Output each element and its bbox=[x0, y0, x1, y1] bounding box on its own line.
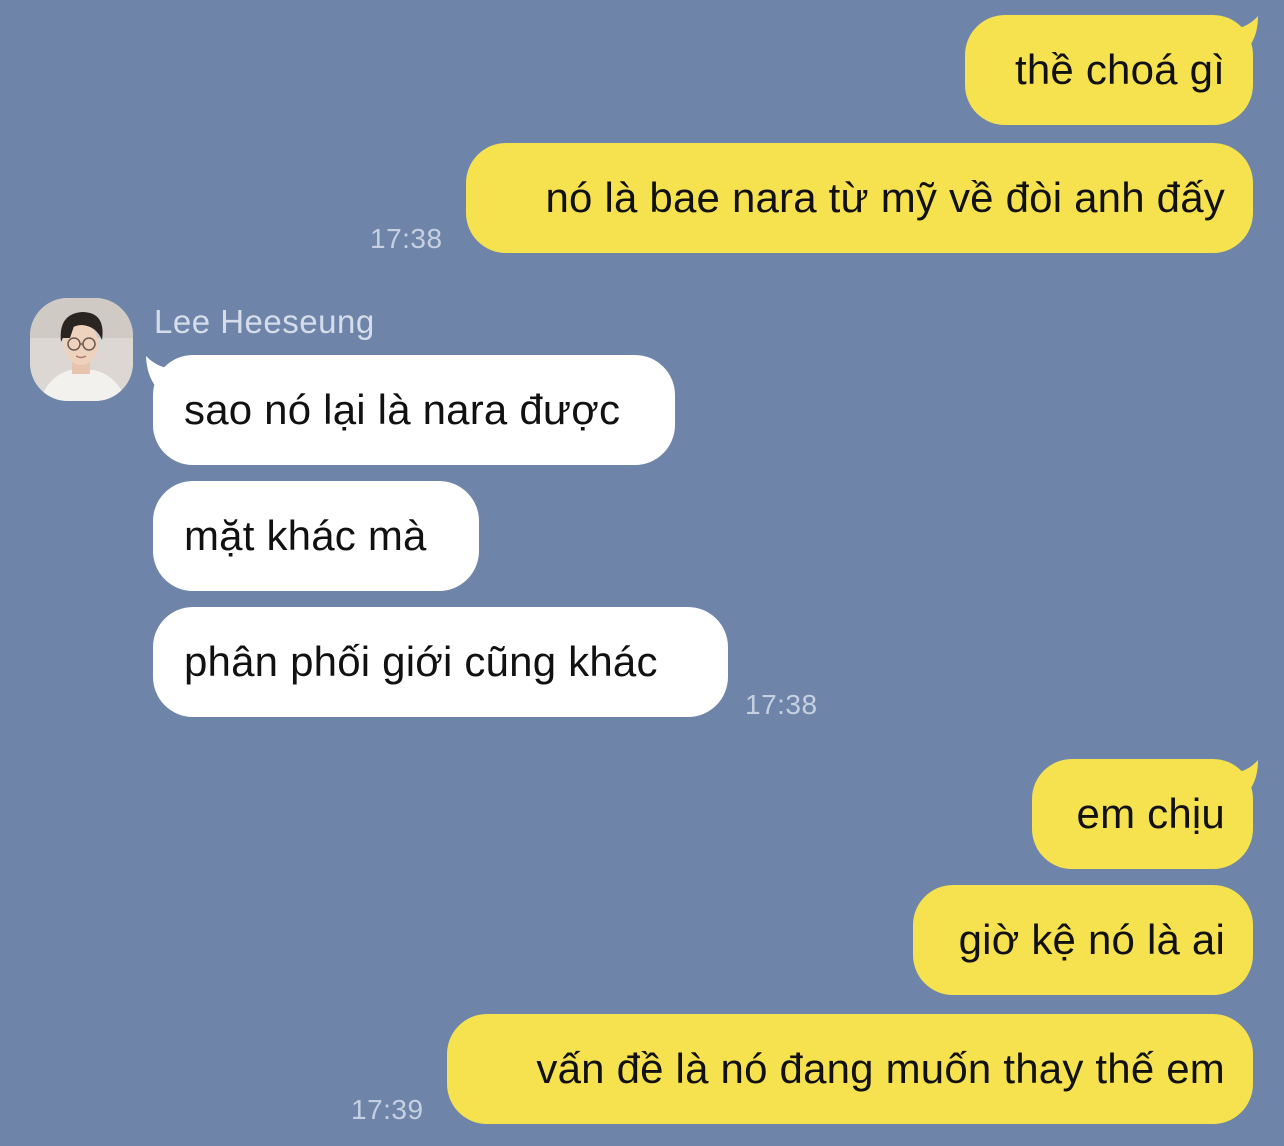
outgoing-message[interactable]: nó là bae nara từ mỹ về đòi anh đấy bbox=[466, 143, 1253, 253]
avatar-photo-icon bbox=[30, 298, 133, 401]
outgoing-message[interactable]: thề choá gì bbox=[965, 15, 1253, 125]
incoming-message[interactable]: mặt khác mà bbox=[153, 481, 479, 591]
chat-area: thề choá gì nó là bae nara từ mỹ về đòi … bbox=[0, 0, 1284, 1146]
outgoing-message[interactable]: giờ kệ nó là ai bbox=[913, 885, 1253, 995]
message-text: sao nó lại là nara được bbox=[184, 386, 621, 433]
outgoing-message[interactable]: em chịu bbox=[1032, 759, 1253, 869]
incoming-message[interactable]: phân phối giới cũng khác bbox=[153, 607, 728, 717]
message-text: nó là bae nara từ mỹ về đòi anh đấy bbox=[545, 174, 1225, 221]
message-text: phân phối giới cũng khác bbox=[184, 638, 658, 685]
timestamp: 17:38 bbox=[745, 689, 818, 720]
contact-name: Lee Heeseung bbox=[154, 303, 375, 340]
outgoing-message[interactable]: vấn đề là nó đang muốn thay thế em bbox=[447, 1014, 1253, 1124]
timestamp: 17:39 bbox=[351, 1094, 424, 1125]
timestamp: 17:38 bbox=[370, 223, 443, 254]
contact-avatar[interactable] bbox=[30, 298, 133, 401]
message-text: mặt khác mà bbox=[184, 512, 427, 559]
message-text: giờ kệ nó là ai bbox=[958, 916, 1225, 963]
message-text: vấn đề là nó đang muốn thay thế em bbox=[536, 1045, 1225, 1092]
message-text: thề choá gì bbox=[1014, 46, 1225, 93]
message-text: em chịu bbox=[1076, 790, 1225, 837]
incoming-message[interactable]: sao nó lại là nara được bbox=[153, 355, 675, 465]
